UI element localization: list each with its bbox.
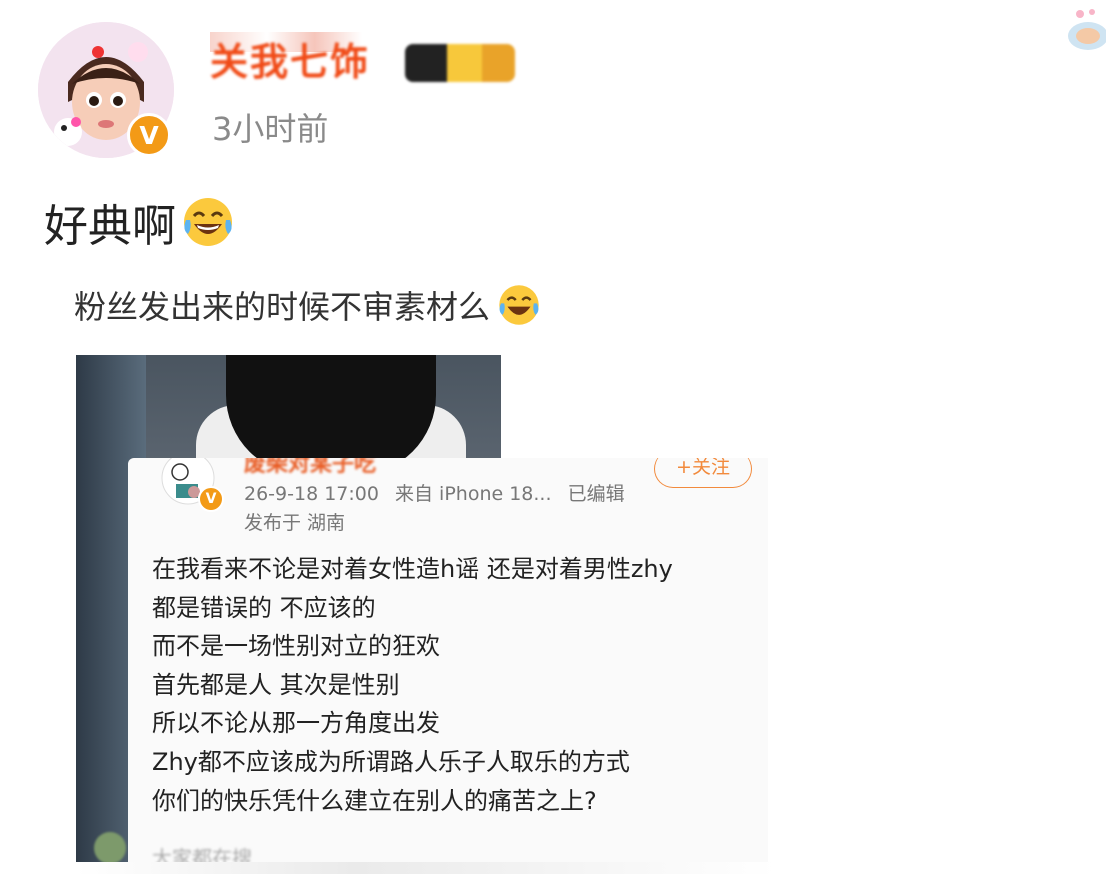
card-body: 在我看来不论是对着女性造h谣 还是对着男性zhy 都是错误的 不应该的 而不是一… [152,550,673,820]
embedded-caption: 粉丝发出来的时候不审素材么 [74,282,542,328]
card-body-line: 首先都是人 其次是性别 [152,670,400,699]
card-body-line: 而不是一场性别对立的狂欢 [152,632,440,661]
bottom-fade [76,862,776,874]
sticker-icon [1068,9,1106,50]
footer-avatar [94,832,126,864]
card-location: 发布于 湖南 [244,512,346,534]
laugh-cry-emoji [184,198,232,246]
post-timestamp: 3小时前 [212,110,329,148]
follow-button[interactable]: +关注 [654,458,752,488]
card-date: 26-9-18 17:00 [244,483,379,505]
card-body-line: Zhy都不应该成为所谓路人乐子人取乐的方式 [152,747,630,776]
card-body-line: 你们的快乐凭什么建立在别人的痛苦之上? [152,786,597,815]
photo-hair [226,355,436,475]
card-meta: 26-9-18 17:00 来自 iPhone 18... 已编辑 [244,479,635,506]
post-text: 好典啊 [44,190,236,254]
embedded-weibo-card: V 废柴对某子吃 26-9-18 17:00 来自 iPhone 18... 已… [128,458,768,868]
card-username[interactable]: 废柴对某子吃 [244,458,376,478]
card-body-line: 在我看来不论是对着女性造h谣 还是对着男性zhy [152,555,673,583]
embedded-caption-text: 粉丝发出来的时候不审素材么 [74,288,491,326]
card-body-line: 都是错误的 不应该的 [152,593,376,622]
card-edited: 已编辑 [567,483,625,505]
laugh-cry-emoji [499,285,539,325]
card-verified-icon: V [198,486,224,512]
username[interactable]: 关我七饰 [210,38,370,86]
card-source: 来自 iPhone 18... [395,483,552,505]
verified-icon: V [127,113,171,157]
post-text-content: 好典啊 [44,201,176,252]
card-body-line: 所以不论从那一方角度出发 [152,709,440,738]
level-badge-icon [405,44,515,82]
